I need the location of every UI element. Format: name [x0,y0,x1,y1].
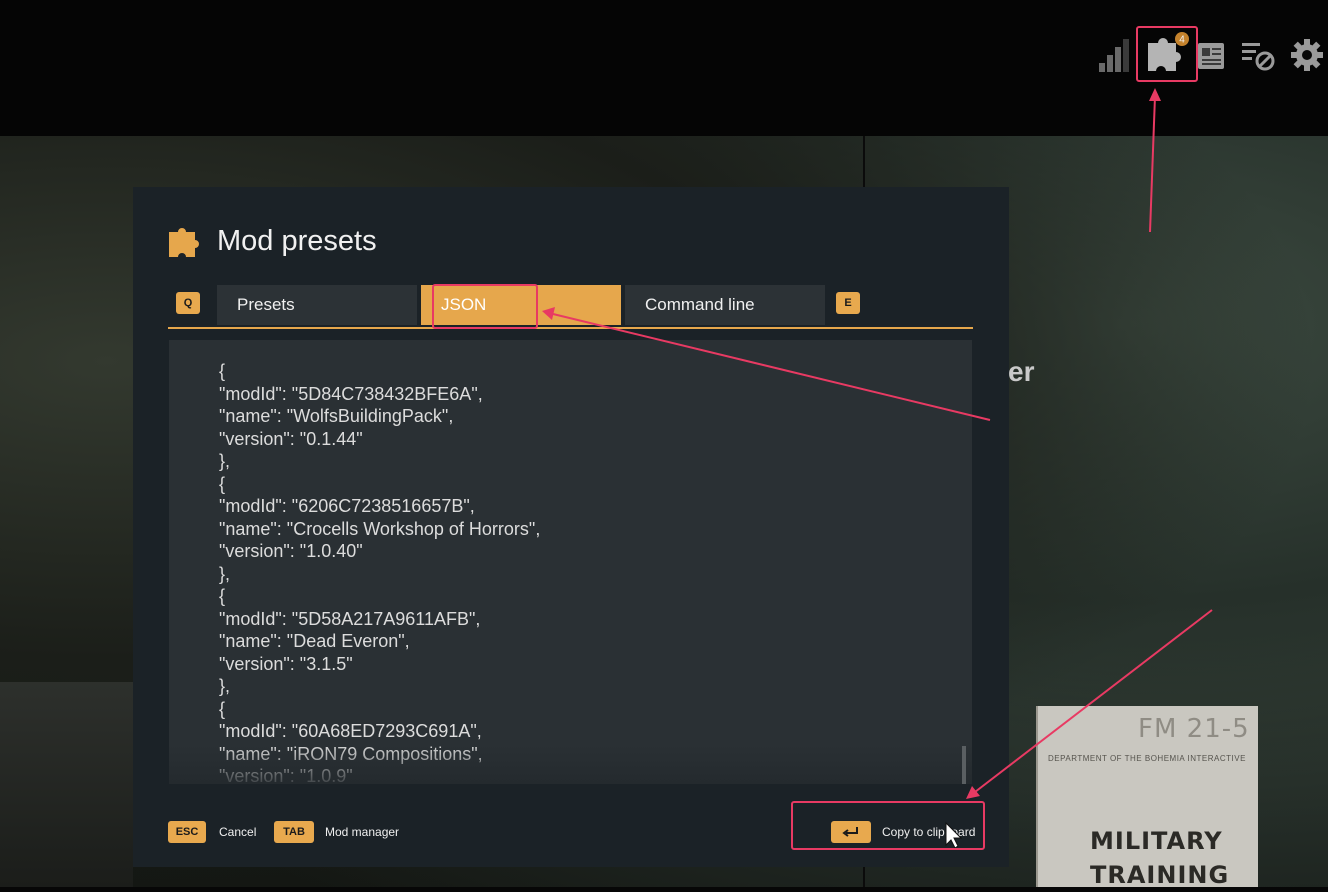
highlight-json-tab [432,284,538,329]
tab-command-line[interactable]: Command line [625,285,825,325]
background-manual-cover: FM 21-5 DEPARTMENT OF THE BOHEMIA INTERA… [1036,706,1258,889]
next-tab-key-hint[interactable]: E [836,292,860,314]
mod-manager-key-hint[interactable]: TAB [274,821,314,843]
gear-icon[interactable] [1288,35,1326,80]
manual-title: MILITARY TRAINING [1090,824,1229,892]
json-line: "version": "1.0.40" [219,541,363,561]
json-line: }, [219,451,231,471]
scroll-fade [169,744,972,784]
manual-title-line-1: MILITARY [1090,827,1223,855]
json-line: "version": "0.1.44" [219,428,363,449]
tab-bar: Q Presets JSON Command line E [168,285,973,329]
tab-presets[interactable]: Presets [217,285,417,325]
json-content: {"modId": "5D84C738432BFE6A", "name": "Wo… [219,360,540,784]
json-line: "name": "Dead Everon", [219,631,410,651]
json-line: { [219,698,226,719]
cancel-button[interactable]: Cancel [219,820,256,844]
scrollbar-thumb[interactable] [962,746,966,784]
json-line: }, [219,563,231,584]
json-line: { [219,473,226,494]
json-line: "modId": "6206C7238516657B", [219,496,475,516]
manual-department: DEPARTMENT OF THE BOHEMIA INTERACTIVE [1048,754,1246,763]
json-line: { [219,361,226,381]
json-line: "version": "3.1.5" [219,653,353,674]
highlight-copy-button [791,801,985,850]
cancel-key-hint[interactable]: ESC [168,821,206,843]
news-icon[interactable] [1196,35,1228,80]
json-line: "name": "WolfsBuildingPack", [219,406,454,426]
prev-tab-key-hint[interactable]: Q [176,292,200,314]
json-line: }, [219,676,231,696]
json-text-area[interactable]: {"modId": "5D84C738432BFE6A", "name": "Wo… [169,340,972,784]
filter-off-icon[interactable] [1240,35,1278,80]
background-heading-fragment: er [1008,356,1035,387]
manual-code: FM 21-5 [1138,714,1250,744]
signal-bars-icon[interactable] [1096,35,1132,80]
json-line: { [219,586,226,606]
background-card [0,682,133,887]
mod-manager-button[interactable]: Mod manager [325,820,399,844]
highlight-mods-icon [1136,26,1198,82]
puzzle-icon [168,223,204,264]
mod-presets-dialog: Mod presets Q Presets JSON Command line … [133,187,1009,867]
dialog-title: Mod presets [217,225,377,257]
json-line: "modId": "5D58A217A9611AFB", [219,608,481,629]
json-line: "name": "Crocells Workshop of Horrors", [219,518,541,539]
json-line: "modId": "60A68ED7293C691A", [219,721,482,741]
json-line: "modId": "5D84C738432BFE6A", [219,383,483,404]
